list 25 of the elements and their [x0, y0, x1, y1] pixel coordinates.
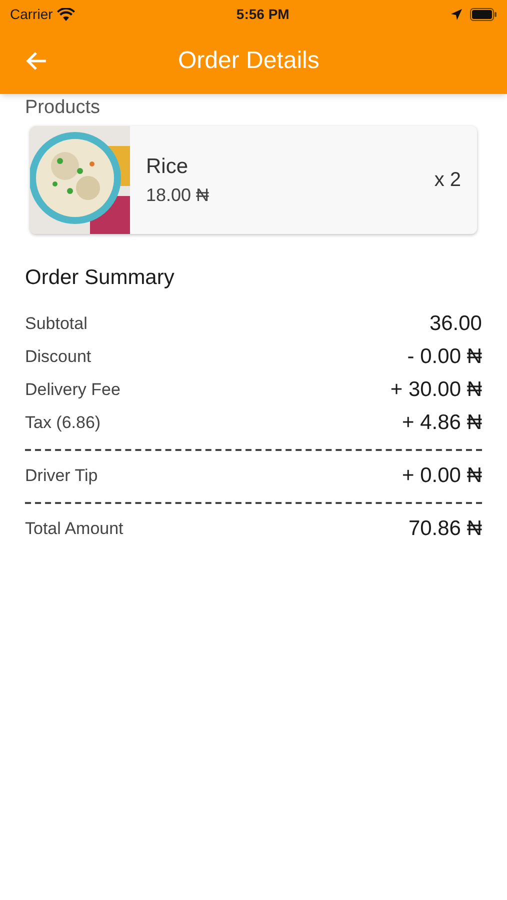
- summary-label: Delivery Fee: [25, 379, 120, 402]
- product-card[interactable]: Rice 18.00 ₦ x 2: [30, 126, 477, 234]
- clock-time: 5:56 PM: [236, 4, 290, 24]
- summary-value: + 30.00 ₦: [390, 377, 482, 404]
- page-title: Order Details: [178, 46, 320, 76]
- summary-label: Subtotal: [25, 313, 88, 336]
- back-arrow-icon: [25, 51, 47, 71]
- section-heading: Order Summary: [25, 265, 176, 291]
- summary-label: Driver Tip: [25, 465, 98, 488]
- summary-value: + 4.86 ₦: [402, 410, 482, 436]
- summary-value: - 0.00 ₦: [407, 344, 482, 370]
- summary-value: 70.86 ₦: [408, 516, 482, 542]
- battery-icon: [470, 8, 497, 20]
- summary-value: 36.00: [429, 311, 482, 338]
- product-name: Rice: [146, 154, 190, 180]
- product-quantity: x 2: [434, 168, 462, 193]
- summary-value: + 0.00 ₦: [402, 463, 482, 490]
- product-price: 18.00 ₦: [146, 184, 210, 208]
- section-heading: Products: [25, 96, 101, 120]
- carrier-label: Carrier: [10, 4, 53, 24]
- summary-label: Discount: [25, 346, 92, 368]
- summary-label: Tax (6.86): [25, 412, 101, 434]
- location-icon: [450, 8, 462, 20]
- wifi-icon: [56, 8, 75, 20]
- summary-label: Total Amount: [25, 518, 124, 540]
